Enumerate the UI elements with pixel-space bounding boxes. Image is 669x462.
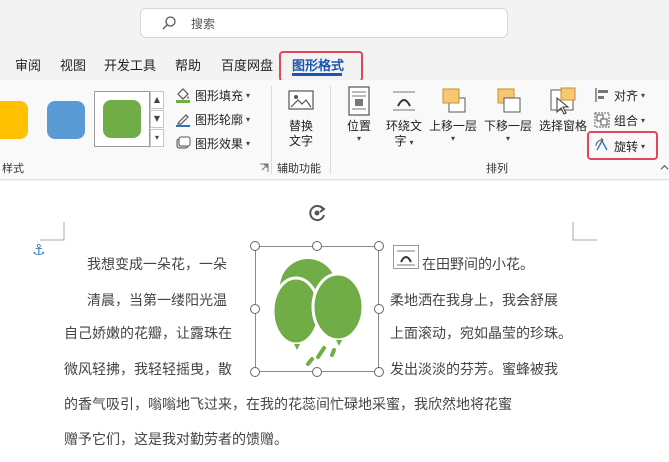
tab-baidu-netdisk[interactable]: 百度网盘 (221, 55, 273, 74)
search-bar[interactable]: 搜索 (140, 8, 508, 38)
wrap-text-icon (393, 91, 415, 111)
alt-text-button[interactable]: 替换 文字 (284, 88, 318, 149)
tab-review[interactable]: 审阅 (15, 55, 41, 74)
text-line-1-left: 我想变成一朵花，一朵 (87, 257, 227, 273)
style-swatch-yellow[interactable] (0, 101, 28, 139)
alt-text-icon (288, 90, 314, 110)
text-line-2-left: 清晨，当第一缕阳光温 (87, 293, 227, 309)
resize-handle-top-right[interactable] (374, 241, 384, 251)
paint-bucket-icon (176, 88, 190, 103)
page-corner-mark (40, 222, 65, 241)
group-button[interactable]: 组合 ▾ (594, 111, 645, 129)
resize-handle-top[interactable] (312, 241, 322, 251)
shape-effects-icon (176, 136, 191, 149)
selection-pane-icon (550, 87, 576, 115)
anchor-icon: ⚓ (32, 241, 46, 259)
rotation-handle[interactable] (306, 202, 328, 224)
send-backward-icon (497, 88, 521, 113)
rotate-highlight-box (587, 131, 658, 160)
text-line-3-left: 自己娇嫩的花瓣，让露珠在 (64, 326, 232, 342)
text-line-5: 的香气吸引，嗡嗡地飞过来，在我的花蕊间忙碌地采蜜，我欣然地将花蜜 (64, 397, 512, 413)
align-button[interactable]: 对齐 ▾ (594, 86, 645, 104)
text-line-6: 赠予它们，这是我对勤劳者的馈赠。 (64, 432, 288, 448)
bring-forward-icon (442, 88, 466, 113)
bring-forward-button[interactable]: 上移一层 ▾ (428, 86, 478, 144)
text-line-2-right: 柔地洒在我身上，我会舒展 (390, 293, 558, 309)
gallery-more-button[interactable]: ▾ (150, 129, 164, 147)
text-line-1-right: 在田野间的小花。 (422, 257, 534, 273)
resize-handle-bottom-right[interactable] (374, 367, 384, 377)
balloons-icon[interactable] (260, 251, 374, 367)
gallery-up-button[interactable]: ▲ (150, 91, 164, 109)
align-icon (595, 88, 608, 102)
tab-help[interactable]: 帮助 (175, 55, 201, 74)
resize-handle-left[interactable] (250, 304, 260, 314)
accessibility-group-label: 辅助功能 (277, 162, 321, 175)
text-line-3-right: 上面滚动，宛如晶莹的珍珠。 (390, 326, 572, 342)
search-icon (162, 16, 176, 30)
group-icon (594, 112, 610, 128)
dialog-launcher-icon[interactable] (259, 163, 269, 173)
send-backward-button[interactable]: 下移一层 ▾ (483, 86, 533, 144)
search-input[interactable]: 搜索 (191, 15, 215, 32)
arrange-group-label: 排列 (486, 162, 508, 175)
group-separator (271, 86, 272, 174)
pen-outline-icon (176, 114, 190, 127)
shape-outline-button[interactable]: 图形轮廓 ▾ (175, 110, 250, 128)
tab-highlight-box (279, 51, 363, 82)
tab-developer[interactable]: 开发工具 (104, 55, 156, 74)
page-corner-mark (572, 222, 597, 241)
style-swatch-green[interactable] (103, 100, 141, 138)
selection-pane-button[interactable]: 选择窗格 (537, 86, 589, 134)
wrap-text-button[interactable]: 环绕文 字 ▾ (383, 86, 425, 150)
position-button[interactable]: 位置 ▾ (343, 86, 375, 144)
resize-handle-right[interactable] (374, 304, 384, 314)
resize-handle-top-left[interactable] (250, 241, 260, 251)
group-separator (330, 86, 331, 174)
text-line-4-right: 发出淡淡的芬芳。蜜蜂被我 (390, 362, 558, 378)
position-icon (348, 86, 370, 116)
gallery-down-button[interactable]: ▼ (150, 110, 164, 128)
collapse-ribbon-icon[interactable] (660, 163, 669, 172)
gallery-scroll: ▲ ▼ ▾ (150, 91, 164, 147)
resize-handle-bottom[interactable] (312, 367, 322, 377)
tab-view[interactable]: 视图 (60, 55, 86, 74)
style-swatch-blue[interactable] (47, 101, 85, 139)
layout-options-button[interactable] (393, 245, 419, 269)
shape-fill-button[interactable]: 图形填充 ▾ (175, 86, 250, 104)
text-line-4-left: 微风轻拂，我轻轻摇曳，散 (64, 362, 232, 378)
shape-effects-button[interactable]: 图形效果 ▾ (175, 134, 250, 152)
style-group-label: 样式 (2, 162, 24, 175)
wrap-text-icon (397, 250, 415, 266)
resize-handle-bottom-left[interactable] (250, 367, 260, 377)
